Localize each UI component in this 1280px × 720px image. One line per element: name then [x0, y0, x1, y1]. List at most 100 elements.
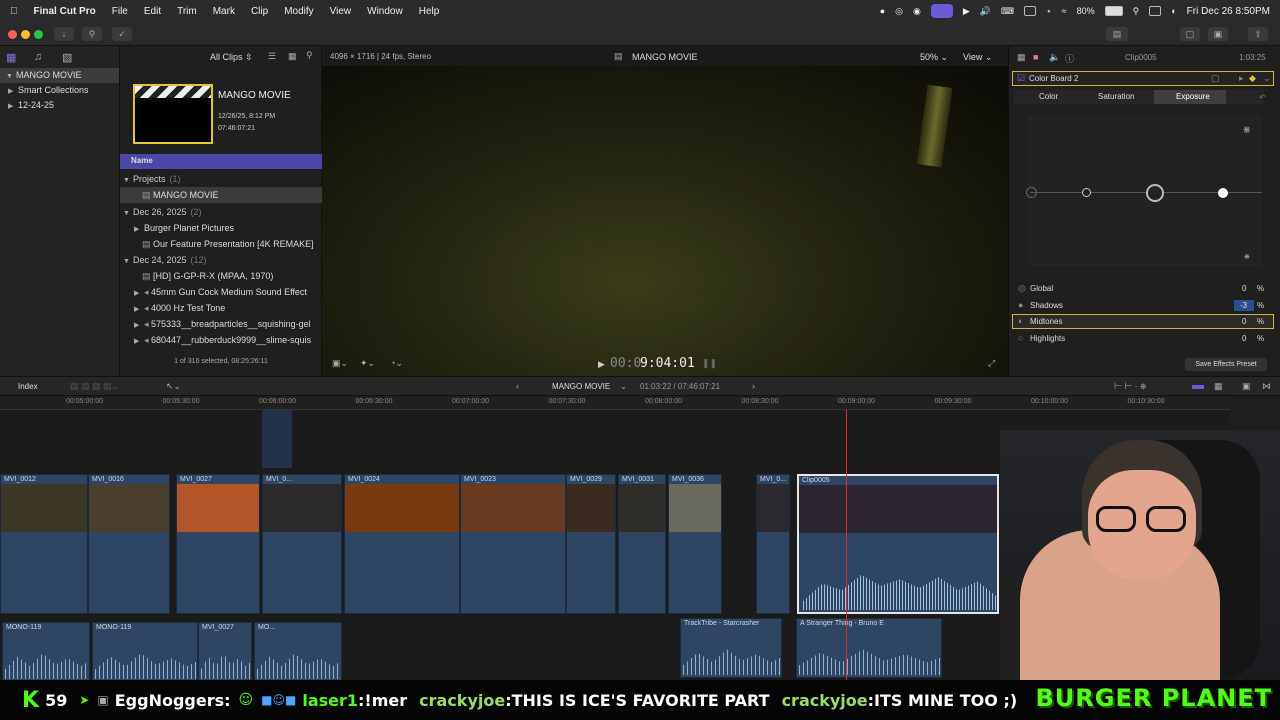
timeline-clip[interactable]: MVI_0036: [668, 474, 722, 614]
reset-board-icon[interactable]: ↶: [1259, 93, 1266, 102]
volume-icon[interactable]: 🔊: [980, 6, 991, 17]
play-button[interactable]: ▶: [598, 359, 605, 370]
menu-trim[interactable]: Trim: [177, 6, 197, 17]
disclosure-open-icon[interactable]: ▼: [123, 254, 133, 268]
index-button[interactable]: Index: [18, 382, 38, 391]
midtones-puck[interactable]: [1218, 188, 1228, 198]
chevron-down-icon[interactable]: ⌄: [620, 382, 627, 391]
disclosure-closed-icon[interactable]: ▶: [134, 222, 144, 236]
menu-help[interactable]: Help: [419, 6, 440, 17]
menu-view[interactable]: View: [330, 6, 352, 17]
disclosure-closed-icon[interactable]: ▶: [8, 84, 18, 99]
sidebar-item-library[interactable]: ▼ MANGO MOVIE: [0, 68, 119, 83]
color-board-dropdown[interactable]: Color Board 2: [1029, 74, 1078, 83]
audio-clip[interactable]: MVI_0027: [198, 622, 252, 682]
checkbox-icon[interactable]: ☑: [1017, 73, 1025, 84]
menu-clip[interactable]: Clip: [251, 6, 268, 17]
browser-row-item[interactable]: ▶ Burger Planet Pictures: [120, 220, 322, 236]
connected-clip[interactable]: [262, 410, 292, 468]
audio-clip[interactable]: A Stranger Thing - Bruno E: [796, 618, 942, 678]
param-value[interactable]: -3: [1240, 301, 1247, 310]
audio-clip[interactable]: MO...: [254, 622, 342, 682]
timeline-clip[interactable]: MVI_0024: [344, 474, 460, 614]
browser-row-project[interactable]: ▤ MANGO MOVIE: [120, 187, 322, 203]
name-column-header[interactable]: Name: [120, 154, 322, 169]
reset-icon[interactable]: ▢: [1211, 73, 1220, 84]
background-tasks-button[interactable]: ✓: [112, 27, 132, 41]
minimize-window-button[interactable]: [21, 30, 30, 39]
battery-icon[interactable]: [1104, 6, 1123, 16]
timeline-clip[interactable]: Clip0005: [797, 474, 999, 614]
browser-row-item[interactable]: ▶ ◂ 45mm Gun Cock Medium Sound Effect: [120, 284, 322, 300]
menu-edit[interactable]: Edit: [144, 6, 161, 17]
sidebar-item-event[interactable]: ▶ 12-24-25: [0, 98, 119, 113]
disclosure-closed-icon[interactable]: ▶: [134, 302, 144, 316]
param-midtones[interactable]: ◐ Midtones 0 %: [1012, 314, 1274, 329]
status-icon[interactable]: ●: [880, 6, 885, 16]
timeline-clip[interactable]: MVI_0027: [176, 474, 260, 614]
menu-mark[interactable]: Mark: [213, 6, 235, 17]
sidebar-item-smart-collections[interactable]: ▶ Smart Collections: [0, 83, 119, 98]
apple-icon[interactable]: : [10, 6, 18, 17]
param-highlights[interactable]: ○ Highlights 0 %: [1012, 331, 1274, 346]
control-center-icon[interactable]: [1149, 6, 1162, 16]
timeline-clip[interactable]: MVI_0023: [460, 474, 566, 614]
disclosure-closed-icon[interactable]: ▶: [134, 318, 144, 332]
keyboard-icon[interactable]: ⌨: [1001, 6, 1014, 17]
show-browser-button[interactable]: ▢: [1180, 27, 1200, 41]
titles-tab-icon[interactable]: ▧: [62, 51, 72, 64]
chevron-down-icon[interactable]: ⌄: [1263, 73, 1271, 84]
tab-color[interactable]: Color: [1039, 92, 1058, 101]
exposure-board[interactable]: ❋ ❋: [1029, 116, 1262, 266]
browser-row-item[interactable]: ▶ ◂ 575333__breadparticles__squishing-gel: [120, 316, 322, 332]
keywords-button[interactable]: ⚲: [82, 27, 102, 41]
fullscreen-icon[interactable]: ⤢: [988, 358, 995, 369]
speed-tool-icon[interactable]: ◔⌄: [390, 358, 403, 369]
snapping-icon[interactable]: [1192, 385, 1204, 389]
photos-tab-icon[interactable]: ♫: [34, 51, 42, 63]
select-tool-icon[interactable]: ↖⌄: [166, 381, 181, 392]
disclosure-open-icon[interactable]: ▼: [123, 206, 133, 220]
clip-appearance-icon[interactable]: ▦: [1214, 381, 1223, 392]
browser-row-item[interactable]: ▶ ◂ 680447__rubberduck9999__slime-squis: [120, 332, 322, 348]
param-global[interactable]: ◎ Global 0 %: [1012, 281, 1274, 296]
browser-row-projects[interactable]: ▼ Projects (1): [120, 171, 322, 187]
enhance-tool-icon[interactable]: ✦⌄: [360, 358, 375, 369]
save-effects-preset-button[interactable]: Save Effects Preset: [1185, 358, 1267, 371]
browser-row-date[interactable]: ▼ Dec 24, 2025 (12): [120, 252, 322, 268]
timeline-ruler[interactable]: 00:05:00:00 00:05:30:00 00:06:00:00 00:06:3…: [0, 396, 1230, 410]
siri-icon[interactable]: ◐: [1171, 6, 1176, 16]
disclosure-closed-icon[interactable]: ▶: [134, 334, 144, 348]
search-icon[interactable]: ⚲: [306, 50, 313, 61]
shadows-puck[interactable]: [1146, 184, 1164, 202]
param-value[interactable]: 0: [1242, 284, 1246, 293]
app-menu[interactable]: Final Cut Pro: [34, 6, 96, 17]
forward-icon[interactable]: ›: [752, 381, 755, 391]
audio-clip[interactable]: MONO-119: [92, 622, 198, 682]
close-window-button[interactable]: [8, 30, 17, 39]
timeline-clip[interactable]: MVI_0029: [566, 474, 616, 614]
param-shadows[interactable]: ● Shadows -3 %: [1012, 298, 1274, 313]
timeline-clip[interactable]: MVI_0...: [756, 474, 790, 614]
layout-button[interactable]: ▤: [1106, 27, 1128, 41]
param-value[interactable]: 0: [1242, 317, 1246, 326]
audio-inspector-icon[interactable]: 🔈: [1049, 52, 1060, 63]
record-icon[interactable]: ◉: [913, 6, 921, 17]
audio-clip[interactable]: TrackTribe - Starcrasher: [680, 618, 782, 678]
timeline-project[interactable]: MANGO MOVIE: [552, 382, 610, 391]
menu-window[interactable]: Window: [367, 6, 403, 17]
menu-file[interactable]: File: [112, 6, 128, 17]
import-button[interactable]: ↓: [54, 27, 74, 41]
video-inspector-icon[interactable]: ▦: [1017, 52, 1026, 63]
libraries-tab-icon[interactable]: ▦: [6, 51, 16, 64]
back-icon[interactable]: ‹: [516, 381, 519, 391]
wifi-icon[interactable]: ≈: [1062, 6, 1067, 16]
timeline-clip[interactable]: MVI_0016: [88, 474, 170, 614]
crop-tool-icon[interactable]: ▣⌄: [332, 358, 348, 369]
disclosure-closed-icon[interactable]: ▶: [134, 286, 144, 300]
display-icon[interactable]: [1023, 6, 1036, 16]
list-view-icon[interactable]: ☰: [268, 51, 276, 62]
browser-row-item[interactable]: ▤ Our Feature Presentation [4K REMAKE]: [120, 236, 322, 252]
zoom-window-button[interactable]: [34, 30, 43, 39]
globe-icon[interactable]: ◎: [895, 6, 903, 17]
